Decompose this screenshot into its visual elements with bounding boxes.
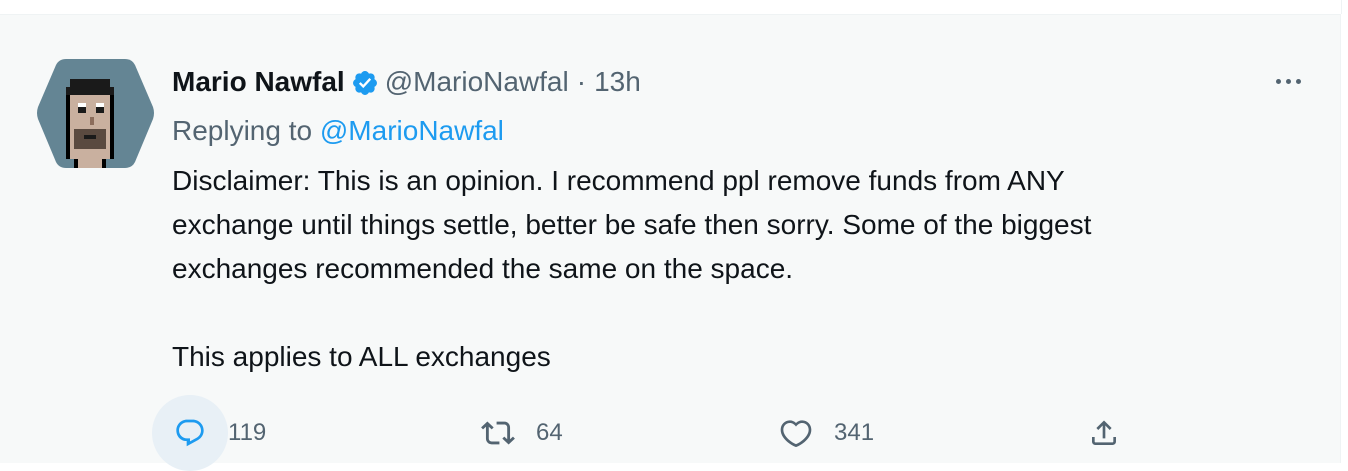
tweet-text-line: Disclaimer: This is an opinion. I recomm… xyxy=(172,165,1065,196)
heart-icon[interactable] xyxy=(758,395,834,471)
reply-icon[interactable] xyxy=(152,395,228,471)
like-count: 341 xyxy=(834,419,875,446)
author-avatar[interactable] xyxy=(36,57,155,170)
pixel-avatar-icon xyxy=(37,59,154,168)
author-name[interactable]: Mario Nawfal xyxy=(172,62,345,102)
tweet-timestamp[interactable]: 13h xyxy=(594,62,641,102)
reply-button[interactable]: 119 xyxy=(152,395,266,471)
replying-to-mention[interactable]: @MarioNawfal xyxy=(320,115,504,146)
author-handle[interactable]: @MarioNawfal xyxy=(385,62,569,102)
retweet-count: 64 xyxy=(536,419,563,446)
tweet-body: Disclaimer: This is an opinion. I recomm… xyxy=(172,159,1312,379)
verified-badge-icon xyxy=(351,68,379,96)
like-button[interactable]: 341 xyxy=(758,395,874,471)
retweet-button[interactable]: 64 xyxy=(460,395,563,471)
share-button[interactable] xyxy=(1066,395,1142,471)
replying-to-label: Replying to xyxy=(172,115,313,146)
tweet-actions: 119 64 341 xyxy=(152,395,1152,471)
tweet-text-line: This applies to ALL exchanges xyxy=(172,341,551,372)
share-icon[interactable] xyxy=(1066,395,1142,471)
replying-to-line: Replying to @MarioNawfal xyxy=(172,111,504,151)
more-options-icon[interactable] xyxy=(1268,71,1308,91)
divider xyxy=(1341,0,1342,14)
separator-dot: · xyxy=(576,66,587,97)
tweet-text-line: exchange until things settle, better be … xyxy=(172,209,1092,240)
tweet[interactable]: Mario Nawfal @MarioNawfal · 13h Replying… xyxy=(0,14,1341,471)
tweet-text-line: exchanges recommended the same on the sp… xyxy=(172,253,794,284)
reply-count: 119 xyxy=(228,419,267,446)
retweet-icon[interactable] xyxy=(460,395,536,471)
tweet-header: Mario Nawfal @MarioNawfal · 13h xyxy=(172,62,641,102)
